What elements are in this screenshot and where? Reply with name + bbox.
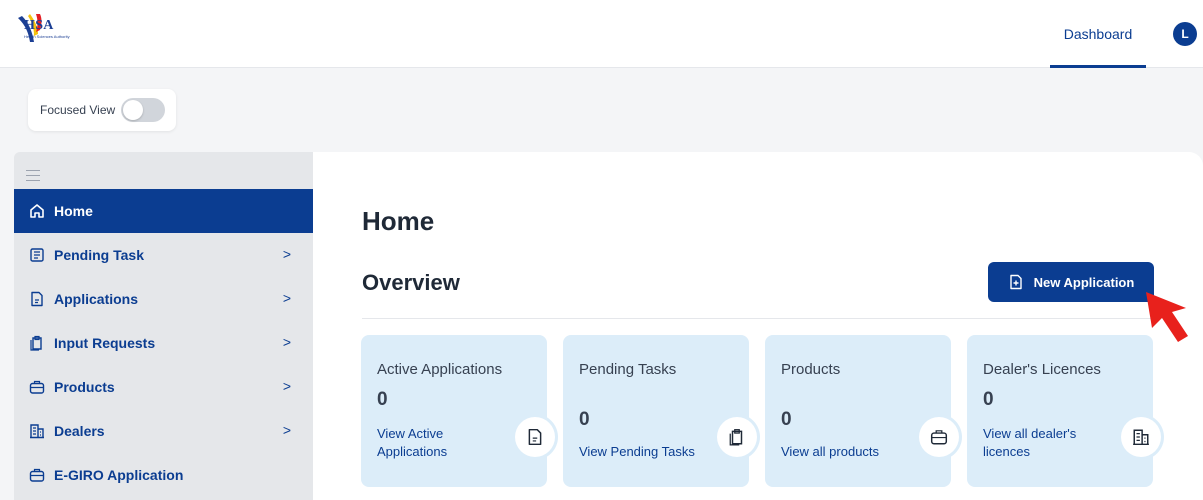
document-icon xyxy=(515,417,555,457)
document-icon xyxy=(28,290,46,308)
user-avatar[interactable]: L xyxy=(1173,22,1197,46)
overview-title: Overview xyxy=(362,270,460,295)
card-count: 0 xyxy=(579,409,590,430)
card-link-view-active-applications[interactable]: View Active Applications xyxy=(377,425,505,461)
sidebar-item-e-giro-application[interactable]: E-GIRO Application xyxy=(14,453,313,497)
building-icon xyxy=(1121,417,1161,457)
sidebar-item-applications[interactable]: Applications > xyxy=(14,277,313,321)
logo-subtitle: Health Sciences Authority xyxy=(24,34,70,39)
sidebar-item-products[interactable]: Products > xyxy=(14,365,313,409)
sidebar-item-label: Pending Task xyxy=(54,247,144,263)
chevron-right-icon: > xyxy=(282,246,291,262)
card-title: Products xyxy=(781,361,841,378)
sidebar-item-label: Home xyxy=(54,203,93,219)
pointer-arrow-icon xyxy=(1146,292,1188,342)
logo-text: HSA xyxy=(24,18,54,33)
sidebar-item-label: E-GIRO Application xyxy=(54,467,184,483)
sidebar-item-dealers[interactable]: Dealers > xyxy=(14,409,313,453)
chevron-right-icon: > xyxy=(282,334,291,350)
sidebar-item-label: Dealers xyxy=(54,423,105,439)
clipboard-icon xyxy=(717,417,757,457)
card-link-view-all-dealers-licences[interactable]: View all dealer's licences xyxy=(983,425,1111,461)
card-title: Dealer's Licences xyxy=(983,361,1101,378)
focused-view-label: Focused View xyxy=(40,103,116,117)
new-application-label: New Application xyxy=(1033,274,1135,290)
briefcase-icon xyxy=(28,466,46,484)
card-active-applications: Active Applications 0 View Active Applic… xyxy=(361,335,555,487)
card-count: 0 xyxy=(983,389,994,410)
briefcase-icon xyxy=(919,417,959,457)
briefcase-icon xyxy=(28,378,46,396)
sidebar-item-label: Input Requests xyxy=(54,335,156,351)
card-title: Active Applications xyxy=(377,361,503,378)
card-dealers-licences: Dealer's Licences 0 View all dealer's li… xyxy=(967,335,1161,487)
clipboard-icon xyxy=(28,334,46,352)
overview-divider xyxy=(362,318,1154,319)
task-icon xyxy=(28,246,46,264)
new-application-button[interactable]: New Application xyxy=(988,262,1154,302)
card-count: 0 xyxy=(781,409,792,430)
sidebar-item-label: Applications xyxy=(54,291,139,307)
card-count: 0 xyxy=(377,389,388,410)
card-pending-tasks: Pending Tasks 0 View Pending Tasks xyxy=(563,335,757,487)
page: HSA Health Sciences Authority Dashboard … xyxy=(0,0,1203,500)
focused-view-control: Focused View xyxy=(28,89,176,131)
card-products: Products 0 View all products xyxy=(765,335,959,487)
card-link-view-all-products[interactable]: View all products xyxy=(781,443,909,461)
card-link-view-pending-tasks[interactable]: View Pending Tasks xyxy=(579,443,707,461)
sidebar-item-input-requests[interactable]: Input Requests > xyxy=(14,321,313,365)
page-title: Home xyxy=(362,206,435,236)
chevron-right-icon: > xyxy=(282,290,291,306)
focused-view-toggle[interactable] xyxy=(121,98,166,122)
top-header: HSA Health Sciences Authority Dashboard … xyxy=(0,0,1203,68)
home-icon xyxy=(28,202,46,220)
chevron-right-icon: > xyxy=(282,378,291,394)
building-icon xyxy=(28,422,46,440)
menu-collapse-icon[interactable] xyxy=(26,170,40,185)
add-document-icon xyxy=(1008,274,1024,290)
nav-dashboard-tab[interactable]: Dashboard xyxy=(1050,0,1146,68)
sidebar-item-label: Products xyxy=(54,379,115,395)
toggle-knob xyxy=(123,100,144,120)
sidebar-item-home[interactable]: Home xyxy=(14,189,313,233)
chevron-right-icon: > xyxy=(282,422,291,438)
card-title: Pending Tasks xyxy=(579,361,677,378)
sidebar-item-pending-task[interactable]: Pending Task > xyxy=(14,233,313,277)
